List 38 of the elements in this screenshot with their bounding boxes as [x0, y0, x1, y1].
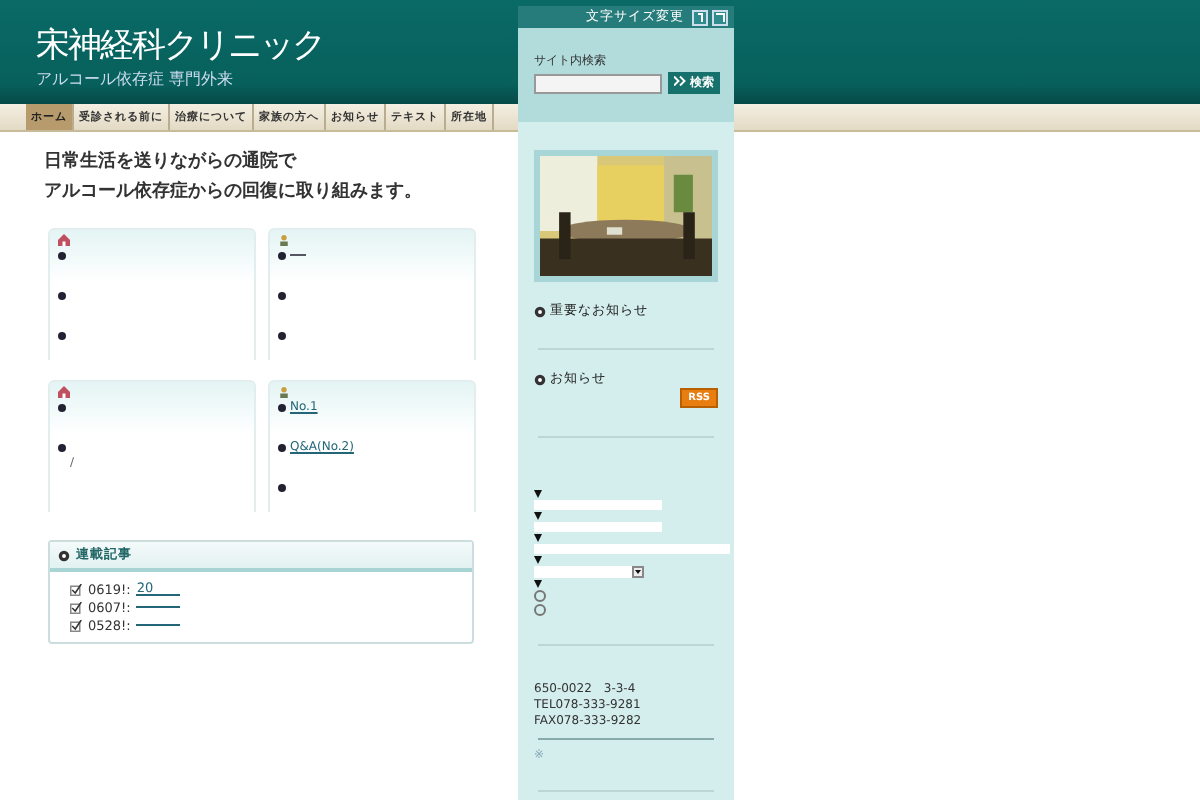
font-small-icon[interactable]	[692, 9, 708, 25]
select-field[interactable]	[534, 566, 644, 578]
house-icon	[58, 386, 70, 398]
double-arrow-icon	[674, 76, 686, 86]
input-field[interactable]	[534, 500, 662, 510]
bullet-icon	[278, 251, 286, 259]
article-link[interactable]	[136, 606, 181, 608]
clinic-logo[interactable]: 宋神経科クリニック	[36, 22, 324, 68]
person-icon	[278, 386, 290, 398]
checklist-icon	[70, 601, 82, 613]
bullet-icon	[58, 291, 66, 299]
circle-bullet-icon	[58, 549, 70, 561]
bullet-icon	[278, 483, 286, 491]
input-field[interactable]	[534, 544, 730, 554]
headline: 日常生活を送りながらの通院で	[44, 148, 299, 176]
tagline: アルコール依存症 専門外来	[36, 68, 236, 90]
font-large-icon[interactable]	[712, 9, 728, 25]
bullet-icon	[58, 251, 66, 259]
bullet-icon	[278, 443, 286, 451]
bullet-icon	[58, 331, 66, 339]
dropdown-arrow-icon[interactable]	[632, 566, 644, 578]
checklist-icon	[70, 619, 82, 631]
bullet-icon	[278, 331, 286, 339]
circle-bullet-icon	[534, 373, 546, 385]
house-icon	[58, 234, 70, 246]
search-field[interactable]	[534, 73, 662, 93]
input-field[interactable]	[534, 522, 662, 532]
circle-bullet-icon	[534, 305, 546, 317]
checklist-icon	[70, 583, 82, 595]
article-link[interactable]	[136, 624, 181, 626]
radio-button[interactable]	[534, 590, 546, 602]
bullet-icon	[58, 443, 66, 451]
headline: アルコール依存症からの回復に取り組みます。	[44, 178, 424, 206]
radio-button[interactable]	[534, 604, 546, 616]
bullet-icon	[58, 403, 66, 411]
person-icon	[278, 234, 290, 246]
bullet-icon	[278, 403, 286, 411]
bullet-icon	[278, 291, 286, 299]
